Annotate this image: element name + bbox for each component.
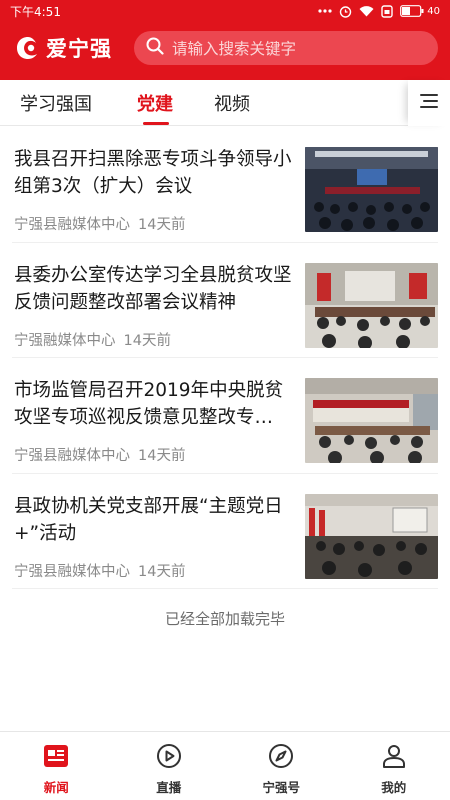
app-bar: 爱宁强 请输入搜索关键字	[0, 22, 450, 80]
logo-text: 爱宁强	[46, 36, 112, 61]
news-meta: 宁强县融媒体中心 14天前	[14, 213, 185, 234]
nav-ningqianghao[interactable]: 宁强号	[225, 732, 338, 800]
nav-ningqianghao-label: 宁强号	[262, 780, 300, 795]
news-thumbnail[interactable]	[305, 493, 438, 579]
search-placeholder[interactable]: 请输入搜索关键字	[172, 37, 296, 59]
news-time: 14天前	[138, 217, 186, 233]
news-list: 我县召开扫黑除恶专项斗争领导小组第3次（扩大）会议 宁强县融媒体中心 14天前 …	[0, 127, 450, 589]
news-item[interactable]: 县政协机关党支部开展“主题党日+”活动 宁强县融媒体中心 14天前	[12, 474, 438, 589]
status-bar: 下午4:51 40	[0, 0, 450, 22]
nav-news[interactable]: 新闻	[0, 732, 113, 800]
news-time: 14天前	[138, 563, 186, 580]
app-logo: 爱宁强	[14, 33, 132, 63]
sim-icon	[381, 4, 393, 18]
compass-icon	[267, 742, 295, 770]
news-thumbnail[interactable]	[305, 378, 438, 463]
tab-shipin[interactable]: 视频	[214, 80, 250, 126]
wifi-icon	[359, 5, 374, 17]
battery-icon	[400, 5, 424, 17]
news-meta: 宁强县融媒体中心 14天前	[14, 444, 185, 465]
news-source: 宁强县融媒体中心	[14, 563, 130, 580]
nav-live[interactable]: 直播	[113, 732, 226, 800]
news-thumbnail[interactable]	[305, 147, 438, 232]
search-icon	[146, 37, 164, 59]
bottom-nav: 新闻 直播 宁强号 我的	[0, 731, 450, 800]
user-icon	[380, 742, 408, 770]
news-source: 宁强融媒体中心	[14, 332, 116, 349]
logo-icon	[14, 34, 42, 62]
news-item[interactable]: 县委办公室传达学习全县脱贫攻坚反馈问题整改部署会议精神 宁强融媒体中心 14天前	[12, 243, 438, 358]
status-icons: 40	[318, 4, 440, 18]
active-tab-indicator	[143, 122, 169, 125]
app-header: 下午4:51 40 爱宁强 请输入搜索关键字	[0, 0, 450, 80]
search-bar[interactable]: 请输入搜索关键字	[134, 31, 438, 65]
news-item[interactable]: 市场监管局召开2019年中央脱贫攻坚专项巡视反馈意见整改专… 宁强县融媒体中心 …	[12, 358, 438, 474]
tab-xuexiqiangguo[interactable]: 学习强国	[20, 80, 92, 126]
news-time: 14天前	[138, 448, 186, 464]
news-icon	[42, 742, 70, 770]
play-icon	[155, 742, 183, 770]
nav-news-label: 新闻	[43, 780, 69, 795]
list-end-note: 已经全部加载完毕	[164, 610, 285, 628]
news-title[interactable]: 市场监管局召开2019年中央脱贫攻坚专项巡视反馈意见整改专…	[14, 377, 296, 431]
news-title[interactable]: 县政协机关党支部开展“主题党日+”活动	[14, 493, 296, 547]
channel-tabs: 学习强国 党建 视频	[0, 80, 450, 126]
battery-level: 40	[427, 5, 440, 17]
news-source: 宁强县融媒体中心	[14, 217, 130, 233]
news-thumbnail[interactable]	[305, 262, 438, 348]
status-time: 下午4:51	[10, 4, 61, 19]
nav-mine-label: 我的	[381, 780, 407, 795]
nav-mine[interactable]: 我的	[338, 732, 450, 800]
alarm-icon	[339, 5, 352, 18]
news-time: 14天前	[123, 332, 171, 349]
news-source: 宁强县融媒体中心	[14, 448, 130, 464]
channel-menu-button[interactable]	[408, 80, 450, 126]
nav-live-label: 直播	[156, 780, 182, 795]
news-meta: 宁强融媒体中心 14天前	[14, 329, 171, 350]
news-title[interactable]: 我县召开扫黑除恶专项斗争领导小组第3次（扩大）会议	[14, 146, 296, 200]
more-dots-icon	[318, 8, 332, 14]
tab-dangjian[interactable]: 党建	[137, 80, 173, 126]
news-meta: 宁强县融媒体中心 14天前	[14, 560, 185, 581]
news-title[interactable]: 县委办公室传达学习全县脱贫攻坚反馈问题整改部署会议精神	[14, 262, 296, 316]
menu-icon	[419, 93, 439, 113]
news-item[interactable]: 我县召开扫黑除恶专项斗争领导小组第3次（扩大）会议 宁强县融媒体中心 14天前	[12, 127, 438, 243]
